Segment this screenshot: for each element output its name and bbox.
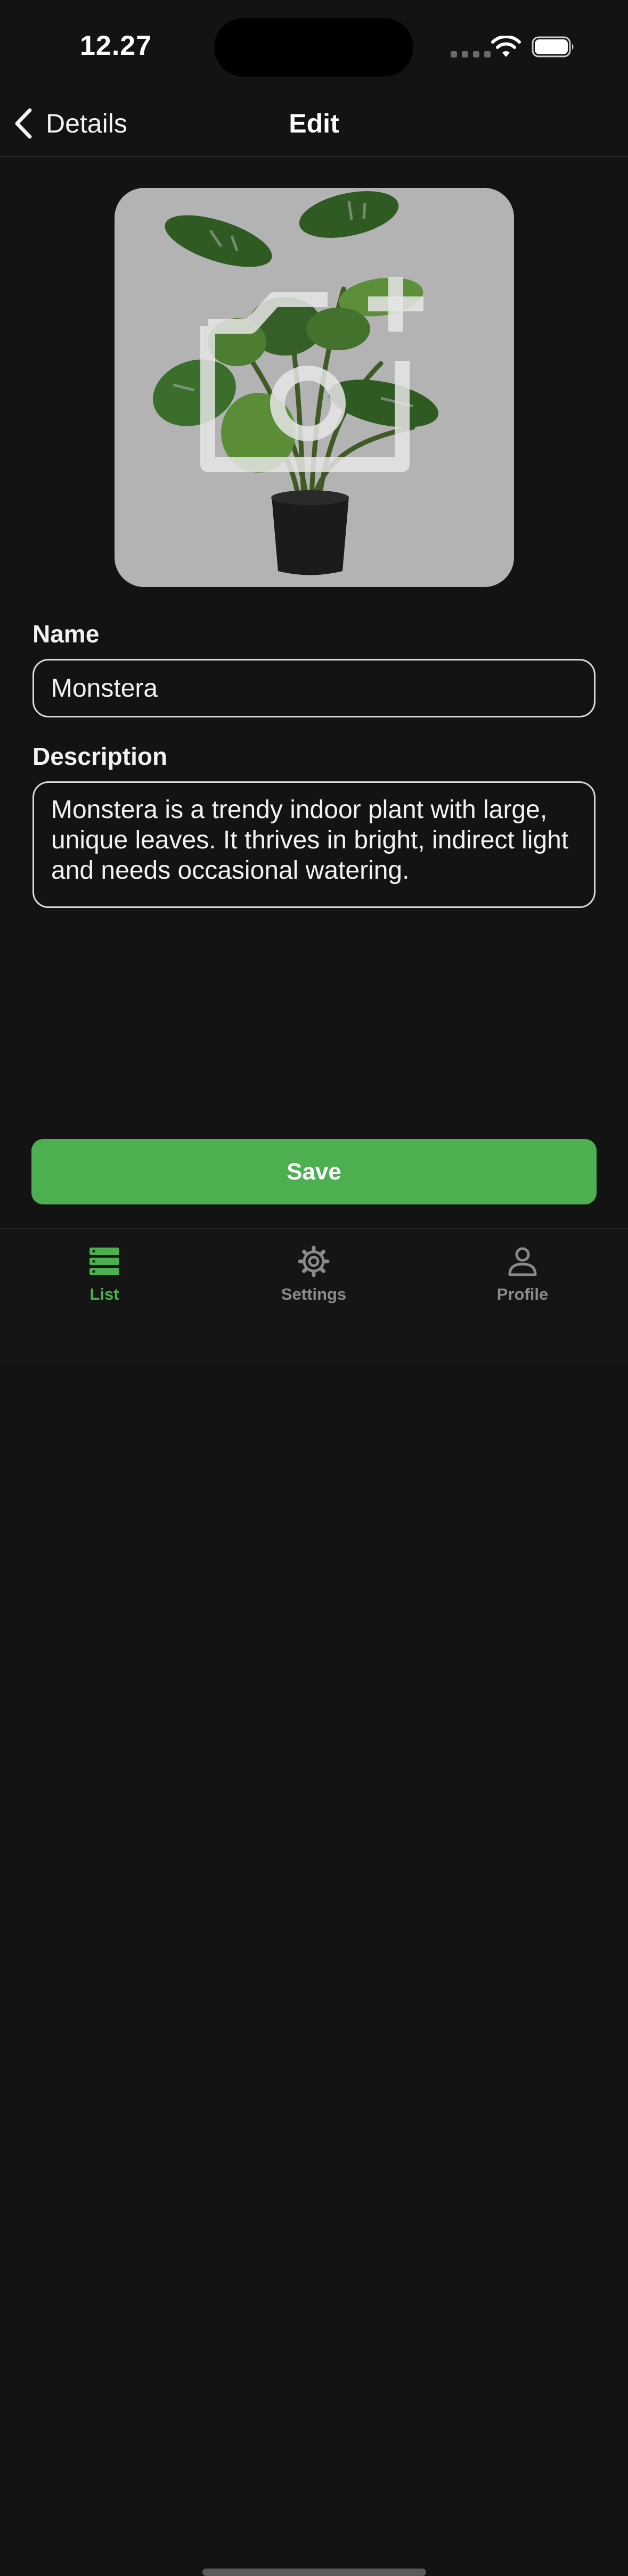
tab-label: Profile: [496, 1285, 549, 1303]
tab-bar: List Settings Profile: [0, 1228, 628, 2576]
tab-list[interactable]: List: [35, 1245, 174, 1304]
plant-image: [115, 188, 514, 587]
dynamic-island: [214, 18, 413, 77]
page-title: Edit: [289, 109, 339, 138]
wifi-icon: [491, 36, 521, 57]
status-bar: 12.27: [0, 0, 628, 93]
description-input[interactable]: Monstera is a trendy indoor plant with l…: [32, 781, 596, 908]
name-label: Name: [32, 620, 100, 648]
description-label: Description: [32, 742, 168, 770]
tab-label: Settings: [281, 1285, 347, 1303]
tab-profile[interactable]: Profile: [453, 1245, 592, 1304]
list-icon: [89, 1248, 119, 1275]
name-input[interactable]: [32, 659, 596, 717]
battery-icon: [532, 36, 574, 57]
save-button[interactable]: Save: [31, 1139, 597, 1204]
home-indicator: [202, 2569, 426, 2576]
status-time: 12.27: [80, 30, 152, 61]
plant-image-picker[interactable]: [115, 188, 514, 587]
cellular-signal-icon: [451, 51, 491, 57]
navigation-bar: Details Edit: [0, 93, 628, 157]
tab-settings[interactable]: Settings: [244, 1245, 383, 1304]
tab-label: List: [89, 1285, 119, 1303]
person-icon: [508, 1247, 537, 1276]
gear-icon: [298, 1245, 330, 1277]
